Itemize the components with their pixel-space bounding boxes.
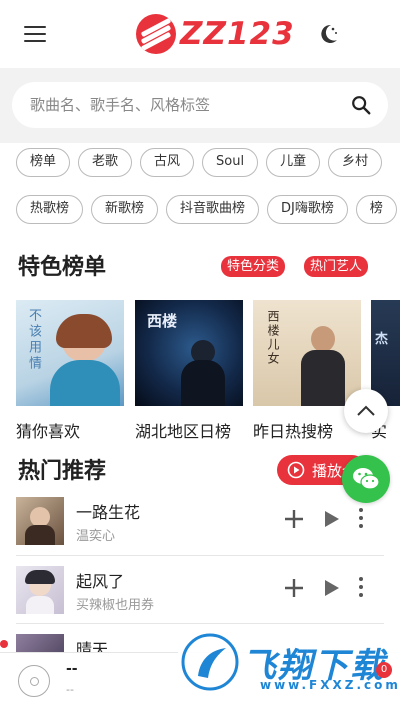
tag-soul[interactable]: Soul bbox=[202, 148, 259, 177]
card-label: 昨日热搜榜 bbox=[253, 422, 334, 440]
watermark-logo-icon bbox=[181, 633, 239, 691]
app-header: ZZ123 bbox=[0, 0, 400, 68]
tag-dj[interactable]: DJ嗨歌榜 bbox=[267, 195, 348, 224]
logo-text: ZZ123 bbox=[180, 16, 295, 52]
song-row[interactable]: 起风了 买辣椒也用券 bbox=[16, 566, 384, 624]
logo-mark-icon bbox=[136, 14, 176, 54]
card-cover: 西楼儿女 bbox=[253, 300, 361, 406]
tag-ancient-style[interactable]: 古风 bbox=[140, 148, 195, 177]
add-icon[interactable] bbox=[284, 578, 304, 598]
tag-country[interactable]: 乡村 bbox=[328, 148, 383, 177]
player-subtitle: -- bbox=[66, 683, 74, 696]
player-title: -- bbox=[66, 661, 78, 677]
tag-hot-songs[interactable]: 热歌榜 bbox=[16, 195, 84, 224]
featured-card[interactable]: 西楼 湖北地区日榜 bbox=[135, 300, 243, 440]
more-icon[interactable] bbox=[358, 576, 364, 598]
style-tags-row: 榜单 老歌 古风 Soul 儿童 乡村 bbox=[0, 148, 400, 177]
tag-douyin[interactable]: 抖音歌曲榜 bbox=[166, 195, 260, 224]
app-logo[interactable]: ZZ123 bbox=[136, 14, 295, 54]
featured-carousel: 不该用情 猜你喜欢 西楼 湖北地区日榜 西楼儿女 昨日热搜榜 杰 实 bbox=[16, 300, 400, 440]
cover-text: 西楼儿女 bbox=[266, 310, 280, 366]
playlist-count-badge: 0 bbox=[376, 662, 392, 678]
featured-title: 特色榜单 bbox=[18, 255, 107, 280]
add-icon[interactable] bbox=[284, 509, 304, 529]
song-artist: 温奕心 bbox=[76, 529, 116, 544]
watermark: 飞翔下载 www.FXXZ.com bbox=[178, 630, 400, 694]
song-title: 一路生花 bbox=[76, 503, 141, 522]
song-title: 起风了 bbox=[76, 572, 125, 591]
cover-text: 西楼 bbox=[147, 312, 178, 330]
more-icon[interactable] bbox=[358, 507, 364, 529]
divider bbox=[16, 555, 384, 556]
tag-new-songs[interactable]: 新歌榜 bbox=[91, 195, 159, 224]
song-cover bbox=[16, 497, 64, 545]
tag-more[interactable]: 榜 bbox=[355, 195, 397, 224]
tag-chart[interactable]: 榜单 bbox=[16, 148, 71, 177]
chevron-up-icon bbox=[357, 405, 375, 416]
tag-children[interactable]: 儿童 bbox=[266, 148, 321, 177]
wechat-share-button[interactable] bbox=[342, 455, 390, 503]
disc-icon bbox=[18, 665, 50, 697]
divider bbox=[16, 623, 384, 624]
wechat-icon bbox=[353, 468, 380, 490]
menu-icon[interactable] bbox=[24, 26, 46, 44]
play-icon[interactable] bbox=[324, 511, 340, 527]
card-label: 湖北地区日榜 bbox=[135, 422, 232, 440]
search-icon[interactable] bbox=[350, 94, 372, 116]
card-cover: 不该用情 bbox=[16, 300, 124, 406]
cover-text: 杰 bbox=[375, 332, 389, 347]
song-artist: 买辣椒也用券 bbox=[76, 598, 155, 613]
cover-text: 不该用情 bbox=[26, 308, 41, 372]
tag-oldies[interactable]: 老歌 bbox=[78, 148, 133, 177]
play-icon[interactable] bbox=[324, 580, 340, 596]
hot-artists-button[interactable]: 热门艺人 bbox=[304, 256, 369, 277]
search-bar bbox=[12, 82, 388, 128]
chart-tags-row: 热歌榜 新歌榜 抖音歌曲榜 DJ嗨歌榜 榜 bbox=[0, 195, 400, 224]
card-label: 猜你喜欢 bbox=[16, 422, 81, 440]
song-cover bbox=[16, 634, 64, 652]
search-input[interactable] bbox=[30, 96, 350, 114]
search-area bbox=[0, 68, 400, 143]
song-row[interactable]: 一路生花 温奕心 bbox=[16, 497, 384, 555]
watermark-url: www.FXXZ.com bbox=[260, 678, 400, 692]
song-cover bbox=[16, 566, 64, 614]
play-circle-icon bbox=[287, 461, 305, 479]
progress-dot bbox=[0, 640, 8, 648]
song-title: 晴天 bbox=[76, 640, 109, 652]
featured-card[interactable]: 不该用情 猜你喜欢 bbox=[16, 300, 124, 440]
card-cover: 西楼 bbox=[135, 300, 243, 406]
night-mode-icon[interactable] bbox=[316, 22, 340, 46]
featured-category-button[interactable]: 特色分类 bbox=[221, 256, 286, 277]
hot-title: 热门推荐 bbox=[18, 459, 107, 484]
scroll-top-button[interactable] bbox=[344, 389, 388, 433]
